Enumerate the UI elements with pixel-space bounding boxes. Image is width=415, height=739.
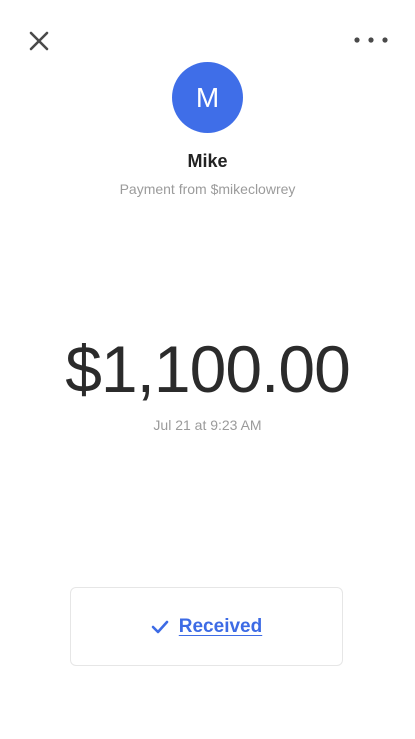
close-button[interactable] bbox=[24, 26, 54, 56]
more-options-icon bbox=[354, 37, 388, 43]
payer-name: Mike bbox=[187, 151, 228, 171]
checkmark-icon bbox=[151, 618, 169, 636]
payment-subtitle: Payment from $mikeclowrey bbox=[119, 181, 296, 197]
close-icon bbox=[29, 31, 49, 51]
status-card: Received bbox=[70, 587, 343, 666]
avatar: M bbox=[172, 62, 243, 133]
more-options-button[interactable] bbox=[351, 30, 391, 50]
avatar-initial: M bbox=[195, 81, 220, 113]
received-status-link[interactable]: Received bbox=[179, 616, 262, 638]
payment-detail-screen: M Mike Payment from $mikeclowrey $1,100.… bbox=[0, 0, 415, 739]
payment-timestamp: Jul 21 at 9:23 AM bbox=[153, 417, 262, 433]
payment-amount: $1,100.00 bbox=[65, 332, 351, 406]
